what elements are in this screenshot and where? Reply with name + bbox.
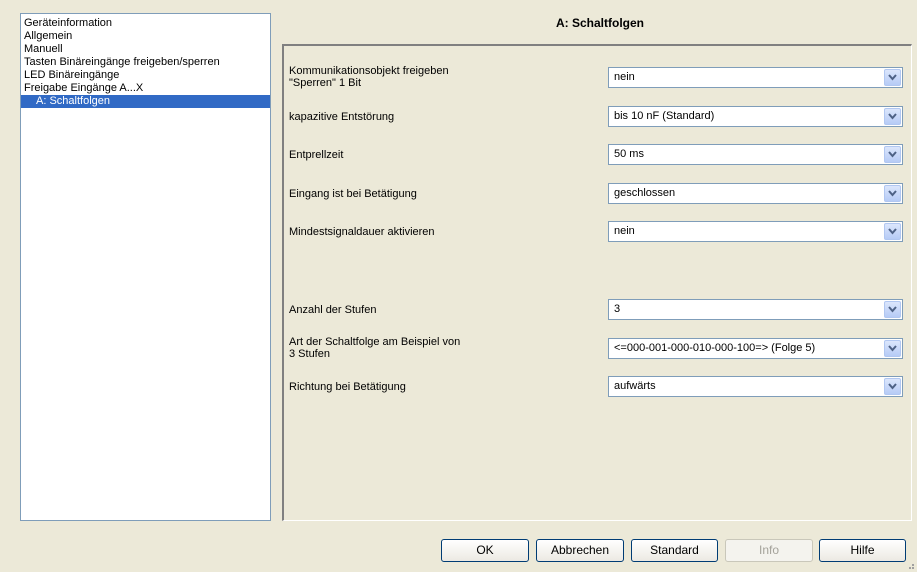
select-value: nein (614, 225, 635, 237)
tree-item-tasten-binaereingaenge[interactable]: Tasten Binäreingänge freigeben/sperren (21, 56, 270, 69)
param-label: Richtung bei Betätigung (289, 381, 589, 393)
param-label: kapazitive Entstörung (289, 111, 589, 123)
chevron-down-icon (888, 383, 897, 390)
param-row-anzahl-stufen: Anzahl der Stufen 3 (284, 297, 911, 327)
select-value: geschlossen (614, 187, 676, 199)
help-button[interactable]: Hilfe (819, 539, 906, 562)
dropdown-button[interactable] (884, 146, 901, 163)
chevron-down-icon (888, 113, 897, 120)
select-value: bis 10 nF (Standard) (614, 110, 715, 122)
param-label-line2: "Sperren" 1 Bit (289, 77, 362, 89)
param-label-line1: Art der Schaltfolge am Beispiel von (289, 336, 461, 348)
param-row-eingang: Eingang ist bei Betätigung geschlossen (284, 181, 911, 211)
param-label: Kommunikationsobjekt freigeben "Sperren"… (289, 65, 589, 89)
param-label: Mindestsignaldauer aktivieren (289, 226, 589, 238)
tree-item-freigabe-eingaenge[interactable]: Freigabe Eingänge A...X (21, 82, 270, 95)
tree-item-geraeteinformation[interactable]: Geräteinformation (21, 17, 270, 30)
param-row-sperren: Kommunikationsobjekt freigeben "Sperren"… (284, 63, 911, 93)
parameter-panel: Kommunikationsobjekt freigeben "Sperren"… (282, 44, 912, 521)
param-row-schaltfolge: Art der Schaltfolge am Beispiel von 3 St… (284, 334, 911, 364)
resize-grip-icon[interactable] (905, 560, 915, 570)
select-schaltfolge[interactable]: <=000-001-000-010-000-100=> (Folge 5) (608, 338, 903, 359)
select-richtung[interactable]: aufwärts (608, 376, 903, 397)
dropdown-button[interactable] (884, 378, 901, 395)
chevron-down-icon (888, 74, 897, 81)
param-label: Art der Schaltfolge am Beispiel von 3 St… (289, 336, 589, 360)
dropdown-button[interactable] (884, 223, 901, 240)
chevron-down-icon (888, 345, 897, 352)
tree-item-manuell[interactable]: Manuell (21, 43, 270, 56)
select-value: 3 (614, 303, 621, 315)
dropdown-button[interactable] (884, 185, 901, 202)
param-label-line2: 3 Stufen (289, 348, 330, 360)
info-button[interactable]: Info (725, 539, 813, 562)
chevron-down-icon (888, 306, 897, 313)
param-label-line1: Eingang ist bei Betätigung (289, 188, 417, 200)
tree-item-led-binaereingaenge[interactable]: LED Binäreingänge (21, 69, 270, 82)
select-anzahl-stufen[interactable]: 3 (608, 299, 903, 320)
param-row-entprellzeit: Entprellzeit 50 ms (284, 142, 911, 172)
select-value: nein (614, 71, 635, 83)
dialog-window: Geräteinformation Allgemein Manuell Tast… (0, 0, 917, 572)
select-mindestsignaldauer[interactable]: nein (608, 221, 903, 242)
tree-item-allgemein[interactable]: Allgemein (21, 30, 270, 43)
param-label: Entprellzeit (289, 149, 589, 161)
dropdown-button[interactable] (884, 69, 901, 86)
select-eingang[interactable]: geschlossen (608, 183, 903, 204)
dropdown-button[interactable] (884, 301, 901, 318)
param-label-line1: Entprellzeit (289, 149, 344, 161)
param-label-line1: Anzahl der Stufen (289, 304, 377, 316)
ok-button[interactable]: OK (441, 539, 529, 562)
tree-item-schaltfolgen[interactable]: A: Schaltfolgen (21, 95, 270, 108)
select-value: aufwärts (614, 380, 656, 392)
parameter-tree[interactable]: Geräteinformation Allgemein Manuell Tast… (20, 13, 271, 521)
select-value: 50 ms (614, 148, 644, 160)
param-row-mindestsignaldauer: Mindestsignaldauer aktivieren nein (284, 219, 911, 249)
page-title: A: Schaltfolgen (555, 16, 644, 30)
param-label: Eingang ist bei Betätigung (289, 188, 589, 200)
standard-button[interactable]: Standard (631, 539, 718, 562)
param-row-richtung: Richtung bei Betätigung aufwärts (284, 374, 911, 404)
param-label: Anzahl der Stufen (289, 304, 589, 316)
chevron-down-icon (888, 228, 897, 235)
dropdown-button[interactable] (884, 340, 901, 357)
chevron-down-icon (888, 190, 897, 197)
param-label-line1: Kommunikationsobjekt freigeben (289, 65, 449, 77)
dropdown-button[interactable] (884, 108, 901, 125)
param-label-line1: Mindestsignaldauer aktivieren (289, 226, 435, 238)
param-label-line1: kapazitive Entstörung (289, 111, 395, 123)
param-row-entstoerung: kapazitive Entstörung bis 10 nF (Standar… (284, 104, 911, 134)
select-value: <=000-001-000-010-000-100=> (Folge 5) (614, 342, 816, 354)
param-label-line1: Richtung bei Betätigung (289, 381, 406, 393)
select-entstoerung[interactable]: bis 10 nF (Standard) (608, 106, 903, 127)
chevron-down-icon (888, 151, 897, 158)
select-sperren[interactable]: nein (608, 67, 903, 88)
cancel-button[interactable]: Abbrechen (536, 539, 624, 562)
select-entprellzeit[interactable]: 50 ms (608, 144, 903, 165)
